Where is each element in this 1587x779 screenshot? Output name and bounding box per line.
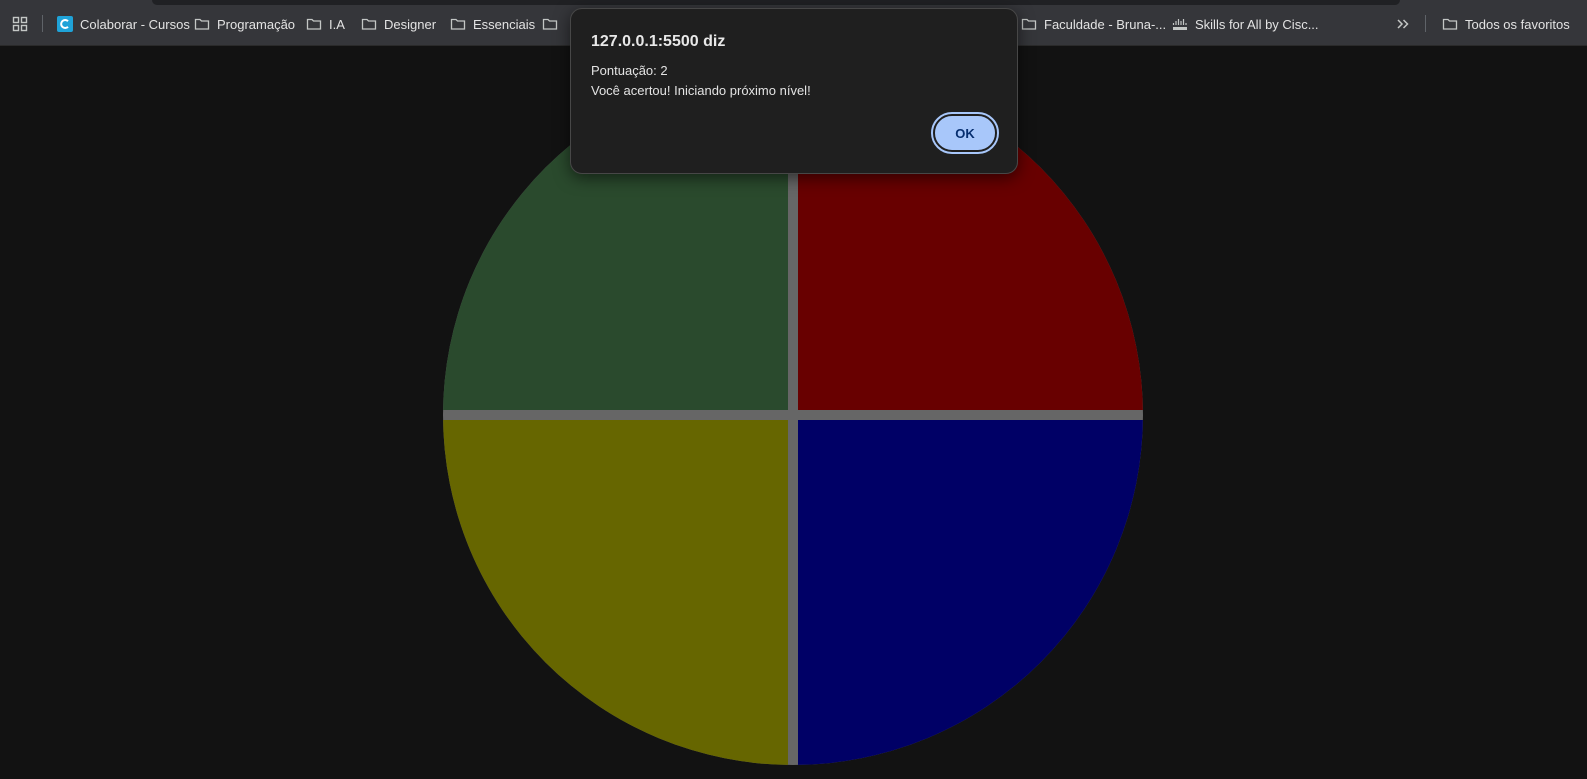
dialog-title: 127.0.0.1:5500 diz (591, 33, 726, 50)
bookmark-skills-for-all[interactable]: Skills for All by Cisc... (1172, 14, 1319, 34)
colaborar-favicon-icon (57, 16, 73, 32)
bookmark-label: Colaborar - Cursos (80, 16, 190, 32)
chevron-double-right-icon (1395, 16, 1411, 32)
bookmark-label: Skills for All by Cisc... (1195, 16, 1319, 32)
yellow-pad[interactable] (443, 420, 788, 765)
bookmark-label: Faculdade - Bruna-... (1044, 16, 1167, 32)
omnibox-edge (152, 0, 1400, 5)
folder-icon (542, 16, 558, 32)
bookmark-label: I.A (329, 16, 345, 32)
ok-button[interactable]: OK (931, 112, 999, 154)
folder-icon (306, 16, 322, 32)
folder-icon (1021, 16, 1037, 32)
bookmark-label: Essenciais (473, 16, 536, 32)
bookmarks-separator (1425, 15, 1426, 32)
folder-icon (450, 16, 466, 32)
dialog-message: Você acertou! Iniciando próximo nível! (591, 83, 811, 98)
bookmarks-overflow-button[interactable] (1395, 14, 1418, 34)
bookmark-folder-programacao[interactable]: Programação (194, 14, 295, 34)
bookmark-all-bookmarks[interactable]: Todos os favoritos (1442, 14, 1570, 34)
bookmark-folder-faculdade[interactable]: Faculdade - Bruna-... (1021, 14, 1166, 34)
bookmark-label: Programação (217, 16, 296, 32)
folder-icon (194, 16, 210, 32)
bookmark-label: Designer (384, 16, 437, 32)
blue-pad[interactable] (798, 420, 1143, 765)
bookmarks-separator (42, 15, 43, 32)
score-text: Pontuação: 2 (591, 63, 668, 78)
bookmark-folder-essenciais[interactable]: Essenciais (450, 14, 535, 34)
folder-icon (1442, 16, 1458, 32)
bookmark-label: Todos os favoritos (1465, 16, 1570, 32)
folder-icon (361, 16, 377, 32)
alert-dialog: 127.0.0.1:5500 diz Pontuação: 2 Você ace… (570, 8, 1018, 174)
bookmark-folder-ia[interactable]: I.A (306, 14, 345, 34)
bookmark-folder-hidden[interactable] (542, 14, 565, 34)
apps-grid-icon (12, 16, 28, 32)
bookmark-colaborar-cursos[interactable]: Colaborar - Cursos (57, 14, 190, 34)
apps-button[interactable] (12, 14, 35, 34)
cisco-favicon-icon (1172, 16, 1188, 32)
bookmark-folder-designer[interactable]: Designer (361, 14, 436, 34)
